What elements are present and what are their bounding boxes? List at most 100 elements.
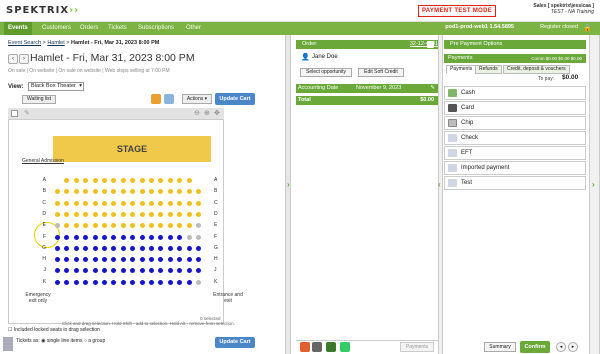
- message-icon[interactable]: [164, 94, 174, 104]
- seat[interactable]: [186, 211, 192, 217]
- seat[interactable]: [186, 178, 192, 183]
- seat[interactable]: [102, 178, 107, 183]
- radio-single[interactable]: ◉: [41, 338, 45, 344]
- lock-icon[interactable]: 🔒: [583, 24, 592, 32]
- seat[interactable]: [73, 200, 79, 206]
- seat[interactable]: [177, 279, 183, 285]
- seat[interactable]: [55, 211, 60, 217]
- seat[interactable]: [139, 178, 145, 183]
- seat[interactable]: [120, 257, 126, 263]
- seat[interactable]: [196, 279, 201, 285]
- seat[interactable]: [92, 245, 98, 251]
- seat[interactable]: [120, 211, 126, 217]
- seat[interactable]: [139, 223, 145, 229]
- update-cart-button-bottom[interactable]: Update Cart: [215, 337, 255, 348]
- confirm-button[interactable]: Confirm: [520, 341, 550, 353]
- ticket-icon[interactable]: [326, 342, 336, 352]
- tab-refunds[interactable]: Refunds: [475, 65, 502, 74]
- seat[interactable]: [167, 223, 173, 229]
- right-splitter[interactable]: [589, 35, 600, 354]
- seat[interactable]: [177, 245, 183, 251]
- seat[interactable]: [120, 223, 126, 229]
- seat[interactable]: [64, 234, 70, 240]
- seat[interactable]: [130, 245, 136, 251]
- tab-payments[interactable]: Payments: [446, 65, 477, 74]
- customer-name[interactable]: Jane Doe: [312, 54, 338, 60]
- radio-group[interactable]: ○: [84, 338, 87, 344]
- seat[interactable]: [55, 200, 60, 206]
- seat[interactable]: [92, 211, 98, 217]
- payment-method-card[interactable]: Card: [444, 101, 586, 115]
- payment-method-test[interactable]: Test: [444, 176, 586, 190]
- seat[interactable]: [73, 279, 79, 285]
- nav-customers[interactable]: Customers: [42, 22, 71, 35]
- view-select[interactable]: Black Box Theater ▾: [28, 82, 84, 91]
- seat[interactable]: [177, 200, 183, 206]
- seat[interactable]: [158, 234, 164, 240]
- customer-row[interactable]: 👤 Jane Doe: [298, 52, 438, 62]
- seat[interactable]: [130, 234, 136, 240]
- waiting-list-button[interactable]: Waiting list: [22, 95, 56, 104]
- seat[interactable]: [149, 245, 154, 251]
- seat[interactable]: [120, 245, 126, 251]
- prev-instance-button[interactable]: ‹: [8, 54, 18, 64]
- seat[interactable]: [196, 211, 201, 217]
- seat[interactable]: [196, 200, 201, 206]
- payment-method-imported[interactable]: Imported payment: [444, 161, 586, 175]
- seat[interactable]: [167, 200, 173, 206]
- seat[interactable]: [130, 279, 136, 285]
- seat[interactable]: [186, 257, 192, 263]
- zoom-out-icon[interactable]: ⊖: [194, 109, 200, 117]
- select-opportunity-button[interactable]: Select opportunity: [300, 68, 352, 77]
- seat[interactable]: [92, 200, 98, 206]
- seat[interactable]: [73, 245, 79, 251]
- seat[interactable]: [186, 234, 192, 240]
- nav-subscriptions[interactable]: Subscriptions: [138, 22, 174, 35]
- seat[interactable]: [102, 234, 107, 240]
- nav-tickets[interactable]: Tickets: [108, 22, 127, 35]
- seat[interactable]: [167, 234, 173, 240]
- seat[interactable]: [149, 279, 154, 285]
- forward-arrow-button[interactable]: ▸: [568, 342, 578, 352]
- breadcrumb-hamlet[interactable]: Hamlet: [47, 40, 64, 46]
- seat[interactable]: [55, 245, 60, 251]
- lock-seats-icon[interactable]: [151, 94, 161, 104]
- seat[interactable]: [83, 279, 89, 285]
- seat[interactable]: [102, 211, 107, 217]
- edit-icon[interactable]: ✎: [430, 84, 435, 93]
- seat[interactable]: [73, 211, 79, 217]
- payment-method-chip[interactable]: Chip: [444, 116, 586, 130]
- payment-method-cash[interactable]: Cash: [444, 86, 586, 100]
- nav-other[interactable]: Other: [186, 22, 201, 35]
- seat[interactable]: [73, 257, 79, 263]
- monitor-icon[interactable]: [312, 342, 322, 352]
- seat[interactable]: [120, 279, 126, 285]
- middle-splitter[interactable]: [438, 35, 443, 354]
- seat[interactable]: [167, 245, 173, 251]
- seat[interactable]: [139, 257, 145, 263]
- seat[interactable]: [139, 200, 145, 206]
- payment-method-eft[interactable]: EFT: [444, 146, 586, 160]
- seat[interactable]: [149, 211, 154, 217]
- seat[interactable]: [139, 234, 145, 240]
- seat[interactable]: [102, 245, 107, 251]
- seat[interactable]: [167, 211, 173, 217]
- globe-icon[interactable]: [340, 342, 350, 352]
- seat[interactable]: [196, 245, 201, 251]
- seat[interactable]: [139, 245, 145, 251]
- chevron-right-icon-right[interactable]: ›: [592, 180, 595, 189]
- seat[interactable]: [83, 200, 89, 206]
- nav-events[interactable]: Events: [4, 22, 32, 35]
- checkbox[interactable]: ☐: [8, 327, 12, 333]
- seat[interactable]: [149, 178, 154, 183]
- seat[interactable]: [167, 257, 173, 263]
- payment-method-check[interactable]: Check: [444, 131, 586, 145]
- seat[interactable]: [92, 257, 98, 263]
- seat[interactable]: [92, 223, 98, 229]
- seat[interactable]: [83, 234, 89, 240]
- seat[interactable]: [177, 234, 183, 240]
- seat[interactable]: [92, 279, 98, 285]
- seat[interactable]: [102, 279, 107, 285]
- zoom-in-icon[interactable]: ⊕: [204, 109, 210, 117]
- seat[interactable]: [186, 200, 192, 206]
